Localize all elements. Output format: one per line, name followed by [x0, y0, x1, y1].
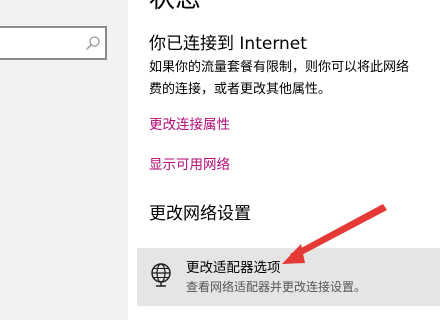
search-input[interactable]: [0, 26, 107, 60]
change-adapter-options-description: 查看网络适配器并更改连接设置。: [186, 280, 367, 294]
page-title: 状态: [149, 0, 201, 15]
change-connection-properties-link[interactable]: 更改连接属性: [149, 115, 230, 135]
show-available-networks-link[interactable]: 显示可用网络: [149, 155, 230, 175]
sidebar: [0, 0, 128, 320]
main-content: 状态 你已连接到 Internet 如果你的流量套餐有限制，则你可以将此网络 费…: [128, 0, 440, 320]
change-network-settings-heading: 更改网络设置: [149, 204, 251, 224]
change-adapter-options-button[interactable]: 更改适配器选项 查看网络适配器并更改连接设置。: [137, 248, 440, 306]
change-adapter-options-label: 更改适配器选项: [186, 260, 281, 276]
globe-network-icon: [151, 263, 171, 287]
connection-status-description-continued: 费的连接，或者更改其他属性。: [149, 82, 332, 97]
connection-status-title: 你已连接到 Internet: [149, 34, 307, 54]
search-icon: [86, 36, 100, 50]
connection-status-description: 如果你的流量套餐有限制，则你可以将此网络: [149, 60, 410, 75]
